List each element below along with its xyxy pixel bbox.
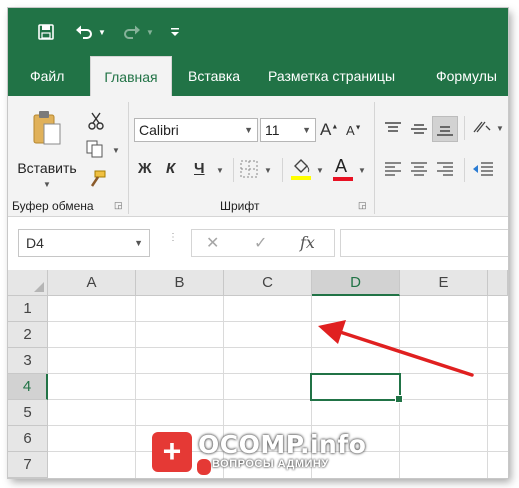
- arrow-head: [318, 320, 346, 344]
- watermark-subtitle: ВОПРОСЫ АДМИНУ: [212, 458, 329, 470]
- mouse-icon: [196, 458, 212, 476]
- annotation-arrow: [318, 320, 474, 377]
- watermark: + OCOMP.info ВОПРОСЫ АДМИНУ: [152, 430, 392, 478]
- watermark-title: OCOMP.info: [198, 430, 367, 459]
- watermark-badge: +: [152, 432, 192, 472]
- arrow-shaft: [338, 330, 474, 377]
